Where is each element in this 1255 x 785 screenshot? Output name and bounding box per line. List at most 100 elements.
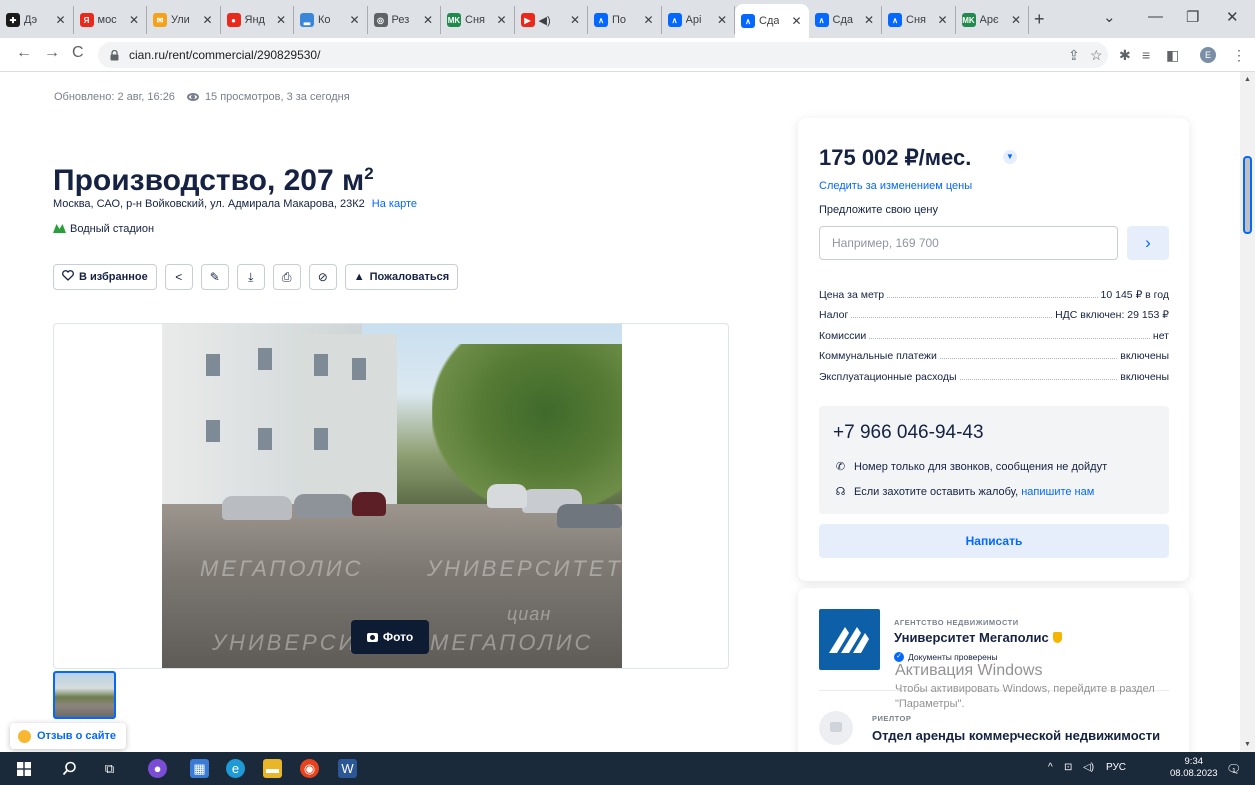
tab-close-icon[interactable]: ✕	[423, 13, 433, 27]
task-view-icon[interactable]: ⧉	[100, 759, 119, 778]
minimize-button[interactable]: —	[1148, 8, 1163, 25]
site-feedback-button[interactable]: Отзыв о сайте	[10, 723, 127, 749]
hide-button[interactable]: ⊘	[308, 264, 337, 290]
verified-text: Документы проверены	[908, 652, 998, 662]
tab-close-icon[interactable]: ✕	[349, 13, 359, 27]
fact-value: НДС включен: 29 153 ₽	[1055, 309, 1169, 321]
tab-close-icon[interactable]: ✕	[202, 13, 212, 27]
realtor-name[interactable]: Отдел аренды коммерческой недвижимости	[872, 728, 1160, 743]
tab-search-icon[interactable]: ⌄	[1103, 8, 1116, 26]
favorite-button[interactable]: В избранное	[53, 264, 157, 290]
browser-tab[interactable]: MK Сня ✕	[441, 6, 515, 34]
file-explorer-icon[interactable]: ▬	[263, 759, 282, 778]
tab-close-icon[interactable]: ✕	[643, 13, 653, 27]
volume-icon[interactable]: ◁)	[1083, 762, 1094, 773]
windows-start-icon[interactable]	[14, 759, 33, 778]
offer-submit-button[interactable]: ›	[1127, 226, 1169, 260]
store-icon[interactable]: ▦	[190, 759, 209, 778]
restore-button[interactable]: ❐	[1186, 8, 1199, 26]
browser-menu-icon[interactable]: ⋮	[1232, 47, 1246, 64]
chrome-browser-icon[interactable]: ◉	[300, 759, 319, 778]
browser-tab[interactable]: ∧ Сня ✕	[882, 6, 956, 34]
fact-label: Налог	[819, 309, 849, 321]
photo-thumbnail[interactable]	[53, 671, 116, 719]
write-message-button[interactable]: Написать	[819, 524, 1169, 558]
browser-tab[interactable]: MK Арє ✕	[956, 6, 1029, 34]
new-tab-button[interactable]: +	[1034, 9, 1045, 30]
browser-tab[interactable]: Ямос ✕	[74, 6, 147, 34]
share-page-icon[interactable]: ⇪	[1068, 47, 1080, 64]
bookmark-star-icon[interactable]: ☆	[1090, 47, 1103, 64]
fact-row: Налог НДС включен: 29 153 ₽	[819, 301, 1169, 321]
edit-note-button[interactable]: ✎	[200, 264, 229, 290]
browser-tab[interactable]: ∧ Арі ✕	[662, 6, 735, 34]
photo-button[interactable]: Фото	[351, 620, 429, 654]
tab-favicon-icon: MK	[447, 13, 461, 27]
price-details-chevron-icon[interactable]: ▼	[1003, 150, 1017, 164]
browser-tab[interactable]: ∧ По ✕	[588, 6, 662, 34]
reload-button[interactable]: C	[72, 44, 84, 62]
agency-name[interactable]: Университет Мегаполис	[894, 630, 1062, 645]
search-icon[interactable]	[60, 759, 79, 778]
browser-tab[interactable]: ▂ Ко ✕	[294, 6, 368, 34]
tab-title: Сда	[759, 15, 779, 27]
write-us-link[interactable]: напишите нам	[1021, 486, 1094, 498]
word-icon[interactable]: W	[338, 759, 357, 778]
follow-price-link[interactable]: Следить за изменением цены	[819, 180, 972, 192]
edge-browser-icon[interactable]: e	[226, 759, 245, 778]
offer-price-input[interactable]	[819, 226, 1118, 260]
phone-number[interactable]: +7 966 046-94-43	[833, 422, 984, 444]
tray-expand-icon[interactable]: ^	[1048, 762, 1053, 773]
download-button[interactable]: ⤓	[236, 264, 265, 290]
network-icon[interactable]: ⊡	[1064, 762, 1072, 773]
browser-tab[interactable]: ▶ ◀) ✕	[515, 6, 588, 34]
tab-close-icon[interactable]: ✕	[1011, 13, 1021, 27]
tab-title: Рез	[391, 14, 410, 26]
browser-tab[interactable]: ∧ Сда ✕	[735, 4, 809, 38]
documents-verified: ✓ Документы проверены	[894, 652, 998, 662]
scroll-down-arrow-icon[interactable]: ▼	[1244, 741, 1251, 748]
print-button[interactable]: ⎙	[272, 264, 301, 290]
scroll-up-arrow-icon[interactable]: ▲	[1244, 76, 1251, 83]
agency-name-text: Университет Мегаполис	[894, 630, 1049, 645]
tab-close-icon[interactable]: ✕	[570, 13, 580, 27]
tab-close-icon[interactable]: ✕	[496, 13, 506, 27]
browser-tab[interactable]: ∧ Сда ✕	[809, 6, 882, 34]
on-map-link[interactable]: На карте	[372, 198, 417, 210]
heart-icon	[62, 270, 74, 284]
tab-close-icon[interactable]: ✕	[864, 13, 874, 27]
tab-favicon-icon: ∧	[594, 13, 608, 27]
fact-row: Эксплуатационные расходы включены	[819, 362, 1169, 383]
browser-tab[interactable]: ● Янд ✕	[221, 6, 294, 34]
tab-close-icon[interactable]: ✕	[55, 13, 65, 27]
tab-close-icon[interactable]: ✕	[791, 14, 801, 28]
browser-tab[interactable]: ✚ Дэ ✕	[0, 6, 74, 34]
browser-tab[interactable]: ◎ Рез ✕	[368, 6, 441, 34]
main-photo[interactable]: МЕГАПОЛИС УНИВЕРСИТЕТ УНИВЕРСИТЕТ МЕГАПО…	[162, 324, 622, 668]
extensions-icon[interactable]: ✱	[1119, 47, 1131, 64]
system-clock[interactable]: 9:34 08.08.2023	[1170, 756, 1218, 780]
tab-close-icon[interactable]: ✕	[937, 13, 947, 27]
address-bar[interactable]: cian.ru/rent/commercial/290829530/	[98, 42, 1108, 68]
forward-button[interactable]: →	[44, 44, 60, 62]
watermark: УНИВЕРСИТЕТ	[427, 556, 622, 581]
smile-icon	[18, 729, 31, 743]
tab-close-icon[interactable]: ✕	[276, 13, 286, 27]
tab-close-icon[interactable]: ✕	[717, 13, 727, 27]
browser-tab[interactable]: ✉ Ули ✕	[147, 6, 221, 34]
close-window-button[interactable]: ✕	[1226, 8, 1239, 26]
app-icon-purple[interactable]: ●	[148, 759, 167, 778]
share-button[interactable]: <	[164, 264, 193, 290]
reading-list-icon[interactable]: ≡	[1142, 47, 1150, 63]
tab-close-icon[interactable]: ✕	[129, 13, 139, 27]
scrollbar-thumb[interactable]	[1243, 156, 1252, 234]
page-scrollbar[interactable]: ▲ ▼	[1240, 72, 1255, 752]
tab-favicon-icon: ◎	[373, 13, 388, 27]
phone-icon: ✆	[835, 461, 846, 473]
back-button[interactable]: ←	[16, 44, 32, 62]
side-panel-icon[interactable]: ◧	[1166, 47, 1179, 64]
language-indicator[interactable]: РУС	[1106, 762, 1126, 773]
profile-avatar[interactable]: E	[1200, 47, 1216, 63]
agency-logo[interactable]	[819, 609, 880, 670]
complain-button[interactable]: ▲ Пожаловаться	[344, 264, 459, 290]
